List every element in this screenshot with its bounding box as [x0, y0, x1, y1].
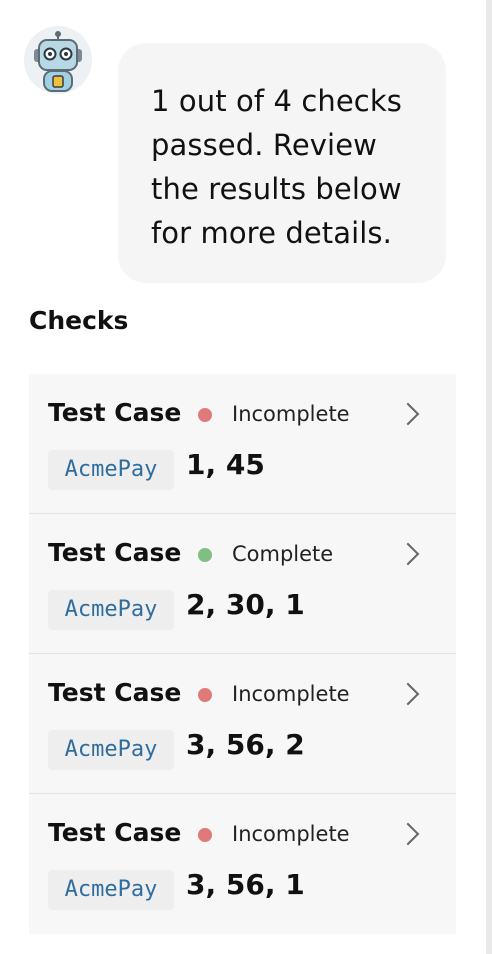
status-dot-icon [198, 548, 212, 562]
checks-section-title: Checks [29, 306, 129, 335]
checks-list: Test Case Incomplete AcmePay 1, 45 Test … [29, 374, 456, 934]
chat-results-panel: 1 out of 4 checks passed. Review the res… [0, 0, 492, 954]
check-status: Incomplete [232, 682, 350, 706]
check-status: Complete [232, 542, 334, 566]
check-title: Test Case [48, 538, 182, 567]
check-tag: AcmePay [48, 450, 174, 490]
assistant-message-bubble: 1 out of 4 checks passed. Review the res… [118, 43, 446, 283]
chevron-right-icon[interactable] [396, 402, 420, 426]
check-title: Test Case [48, 818, 182, 847]
robot-avatar-icon [24, 26, 92, 94]
chevron-right-icon[interactable] [396, 682, 420, 706]
check-ids: 1, 45 [186, 448, 265, 481]
check-tag: AcmePay [48, 590, 174, 630]
check-ids: 3, 56, 2 [186, 728, 305, 761]
check-card-2[interactable]: Test Case Complete AcmePay 2, 30, 1 [29, 514, 456, 654]
scrollbar[interactable] [486, 0, 492, 954]
check-ids: 2, 30, 1 [186, 588, 305, 621]
assistant-message-text: 1 out of 4 checks passed. Review the res… [151, 84, 402, 250]
check-card-3[interactable]: Test Case Incomplete AcmePay 3, 56, 2 [29, 654, 456, 794]
check-status: Incomplete [232, 822, 350, 846]
check-card-1[interactable]: Test Case Incomplete AcmePay 1, 45 [29, 374, 456, 514]
check-card-4[interactable]: Test Case Incomplete AcmePay 3, 56, 1 [29, 794, 456, 934]
status-dot-icon [198, 688, 212, 702]
chevron-right-icon[interactable] [396, 542, 420, 566]
check-tag: AcmePay [48, 870, 174, 910]
check-title: Test Case [48, 678, 182, 707]
check-title: Test Case [48, 398, 182, 427]
check-status: Incomplete [232, 402, 350, 426]
status-dot-icon [198, 408, 212, 422]
status-dot-icon [198, 828, 212, 842]
check-tag: AcmePay [48, 730, 174, 770]
check-ids: 3, 56, 1 [186, 868, 305, 901]
chevron-right-icon[interactable] [396, 822, 420, 846]
